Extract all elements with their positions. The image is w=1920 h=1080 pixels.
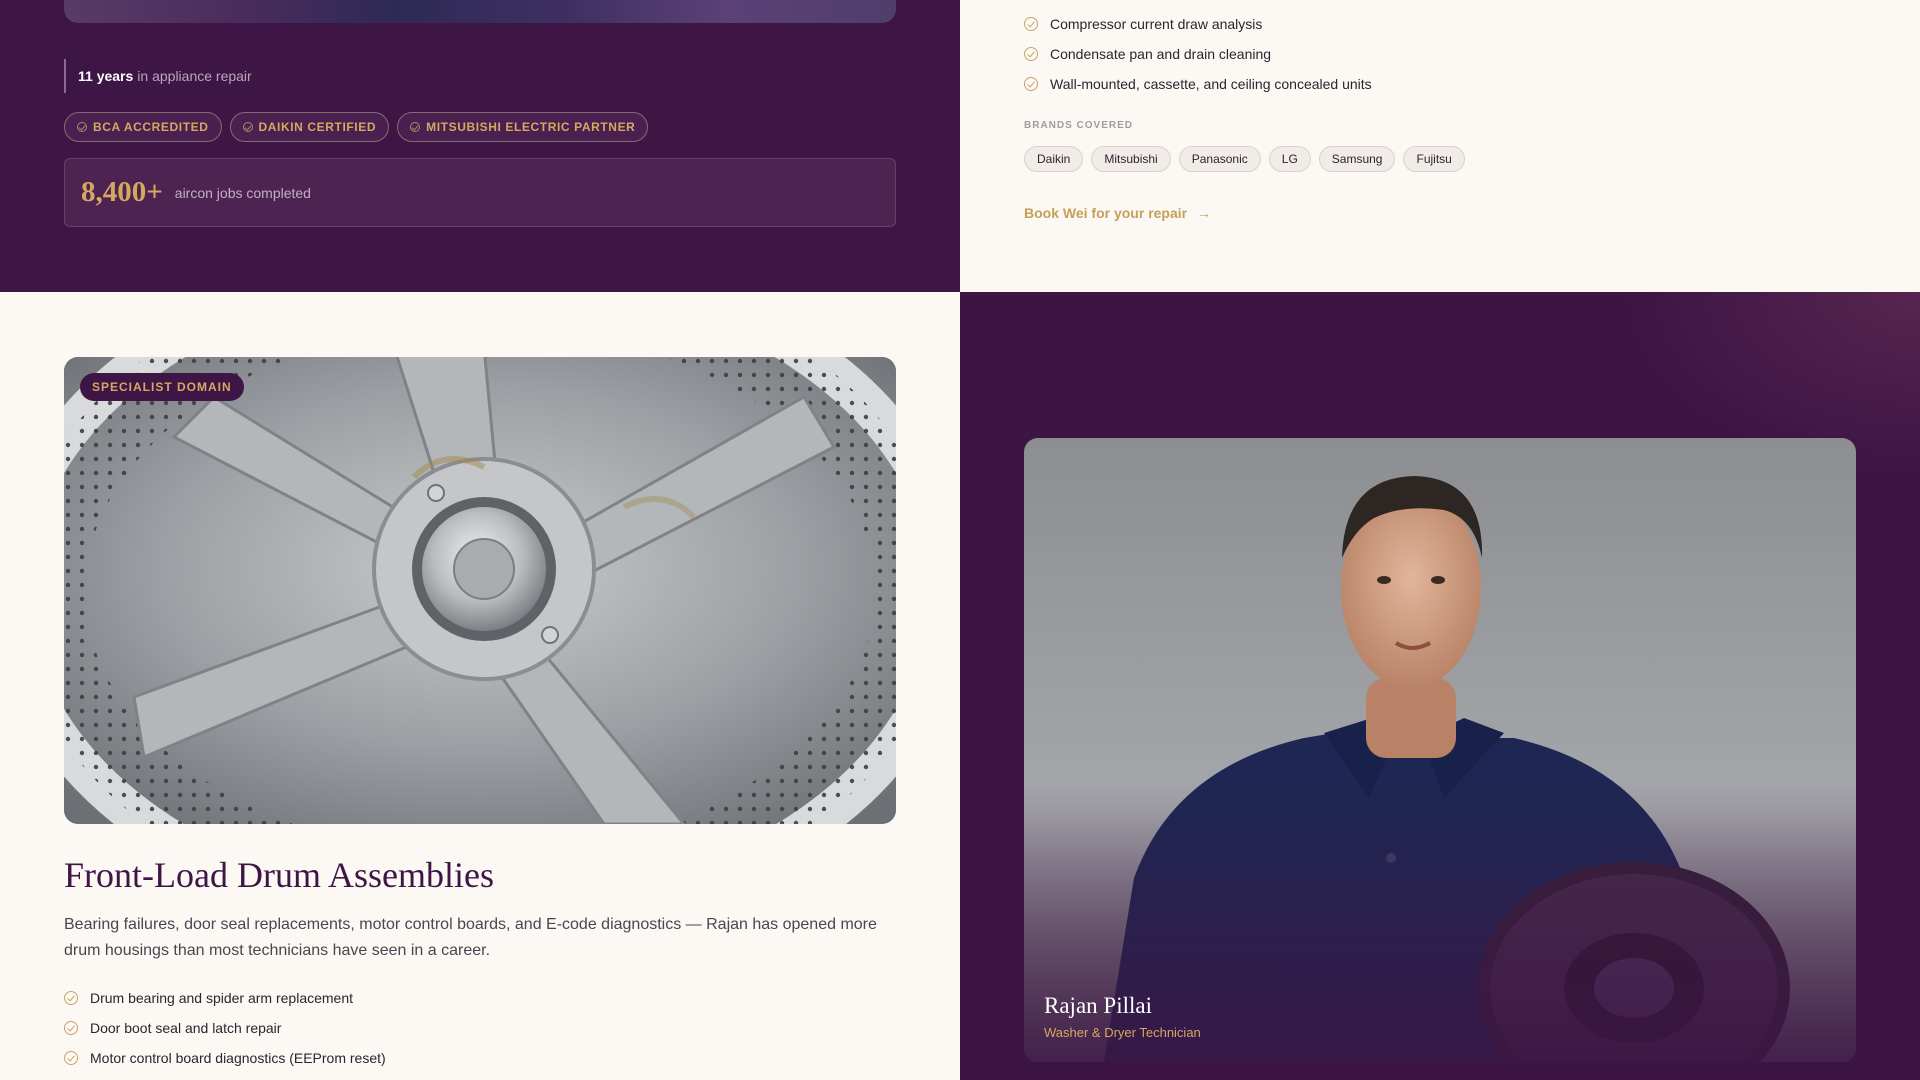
brand-tag: Mitsubishi	[1091, 146, 1171, 172]
certification-badge: BCA ACCREDITED	[64, 112, 222, 142]
brand-tag: Fujitsu	[1403, 146, 1465, 172]
technician-card: Rajan Pillai Washer & Dryer Technician	[1024, 438, 1856, 1062]
list-item: Wall-mounted, cassette, and ceiling conc…	[1024, 69, 1372, 99]
list-item: Condensate pan and drain cleaning	[1024, 39, 1372, 69]
list-item-label: Compressor current draw analysis	[1050, 16, 1263, 32]
specialist-title: Front-Load Drum Assemblies	[64, 855, 494, 895]
brand-tag: Panasonic	[1178, 146, 1261, 172]
arrow-right-icon: →	[1197, 205, 1212, 221]
badge-label: MITSUBISHI ELECTRIC PARTNER	[426, 120, 636, 134]
certification-badge: DAIKIN CERTIFIED	[229, 112, 390, 142]
list-item-label: Drum bearing and spider arm replacement	[90, 990, 354, 1006]
list-item-label: Door boot seal and latch repair	[90, 1020, 282, 1036]
certification-badges: BCA ACCREDITED DAIKIN CERTIFIED MITSUBIS…	[64, 112, 649, 142]
technician-role: Washer & Dryer Technician	[1044, 1025, 1201, 1040]
jobs-stat-card: 8,400+ aircon jobs completed	[64, 158, 896, 227]
check-circle-icon	[242, 122, 253, 132]
previous-technician-panel: 11 years in appliance repair BCA ACCREDI…	[0, 0, 960, 292]
experience-suffix: in appliance repair	[137, 68, 252, 84]
technician-name: Rajan Pillai	[1044, 993, 1152, 1018]
check-circle-icon	[64, 991, 78, 1005]
list-item-label: Wall-mounted, cassette, and ceiling conc…	[1050, 76, 1372, 92]
technician-panel: Rajan Pillai Washer & Dryer Technician	[960, 292, 1920, 1080]
list-item: Drum bearing and spider arm replacement	[64, 983, 386, 1013]
technician-photo-cropped	[64, 0, 896, 23]
book-technician-link[interactable]: Book Wei for your repair →	[1024, 205, 1211, 221]
specialist-description: Bearing failures, door seal replacements…	[64, 916, 877, 959]
brand-tag: Daikin	[1024, 146, 1084, 172]
specialist-badge: SPECIALIST DOMAIN	[80, 373, 244, 401]
check-circle-icon	[64, 1021, 78, 1035]
service-checklist: Compressor current draw analysis Condens…	[1024, 9, 1372, 99]
check-circle-icon	[77, 122, 87, 132]
check-circle-icon	[64, 1051, 78, 1065]
certification-badge: MITSUBISHI ELECTRIC PARTNER	[397, 112, 649, 142]
experience-years: 11 years	[78, 68, 134, 84]
brand-tag: LG	[1268, 146, 1311, 172]
drum-photo: SPECIALIST DOMAIN	[64, 357, 896, 824]
stat-value: 8,400+	[81, 176, 163, 208]
book-link-label: Book Wei for your repair	[1024, 205, 1188, 221]
brand-tags: Daikin Mitsubishi Panasonic LG Samsung F…	[1024, 146, 1465, 172]
list-item: Door boot seal and latch repair	[64, 1013, 386, 1043]
list-item-label: Condensate pan and drain cleaning	[1050, 46, 1272, 62]
check-circle-icon	[410, 122, 421, 132]
aircon-services-panel: Compressor current draw analysis Condens…	[960, 0, 1920, 292]
technician-portrait	[1024, 438, 1856, 1062]
check-circle-icon	[1024, 77, 1038, 91]
specialist-checklist: Drum bearing and spider arm replacement …	[64, 983, 386, 1073]
experience-line: 11 years in appliance repair	[64, 59, 252, 93]
specialist-domain-panel: SPECIALIST DOMAIN Front-Load Drum Assemb…	[0, 292, 960, 1080]
brand-tag: Samsung	[1318, 146, 1396, 172]
washer-drum-illustration	[64, 357, 896, 824]
check-circle-icon	[1024, 17, 1038, 31]
brands-heading: BRANDS COVERED	[1024, 120, 1134, 131]
badge-label: DAIKIN CERTIFIED	[258, 120, 377, 134]
check-circle-icon	[1024, 47, 1038, 61]
stat-label: aircon jobs completed	[174, 184, 311, 201]
badge-label: BCA ACCREDITED	[93, 120, 209, 134]
list-item-label: Motor control board diagnostics (EEProm …	[90, 1050, 386, 1066]
list-item: Motor control board diagnostics (EEProm …	[64, 1043, 386, 1073]
list-item: Compressor current draw analysis	[1024, 9, 1372, 39]
